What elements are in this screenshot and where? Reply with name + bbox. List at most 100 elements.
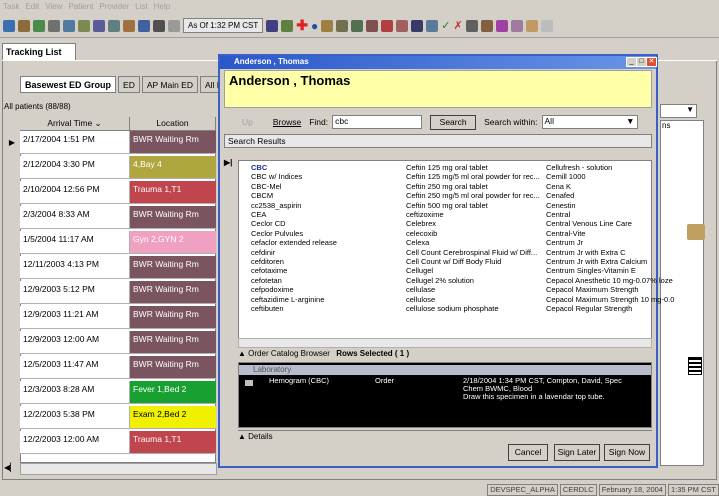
circle-add-icon[interactable]: ● <box>311 19 318 33</box>
order-name[interactable]: Hemogram (CBC) <box>269 376 329 386</box>
result-item[interactable]: cellulose <box>406 295 540 304</box>
sign-now-button[interactable]: Sign Now <box>604 444 650 461</box>
table-row[interactable]: 12/9/2003 11:21 AM BWR Waiting Rm <box>20 306 216 329</box>
result-item[interactable]: Central-Vite <box>546 229 674 238</box>
result-item[interactable]: Cepacol Anesthetic 10 mg-0.07% loze <box>546 276 674 285</box>
orders-icon[interactable] <box>108 19 120 32</box>
table-row[interactable]: 2/10/2004 12:56 PM Trauma 1,T1 <box>20 181 216 204</box>
result-item[interactable]: cefotetan <box>251 276 337 285</box>
result-item[interactable]: ceftizoxime <box>406 210 540 219</box>
result-item[interactable]: Cepacol Maximum Strength <box>546 285 674 294</box>
tab-ap-main-ed[interactable]: AP Main ED <box>141 76 198 93</box>
attach-icon[interactable] <box>321 19 334 32</box>
notes-icon[interactable] <box>93 19 105 32</box>
result-item[interactable]: cefdinir <box>251 248 337 257</box>
checkmark-icon[interactable]: ✓ <box>441 19 450 32</box>
results-icon[interactable] <box>123 19 135 32</box>
library-icon[interactable] <box>465 19 478 32</box>
menu-edit[interactable]: Edit <box>25 2 39 11</box>
result-item[interactable]: Cellugel 2% solution <box>406 276 540 285</box>
result-item[interactable]: ceftibuten <box>251 304 337 313</box>
menu-provider[interactable]: Provider <box>99 2 129 11</box>
forms-icon[interactable] <box>351 19 364 32</box>
lookup-icon[interactable] <box>366 19 379 32</box>
result-item[interactable]: Centrum Jr <box>546 238 674 247</box>
browse-button[interactable]: Browse <box>273 117 301 127</box>
inbox-icon[interactable] <box>78 19 90 32</box>
order-checkbox[interactable] <box>245 380 253 386</box>
result-item[interactable]: Central Venous Line Care <box>546 219 674 228</box>
table-row[interactable]: 12/11/2003 4:13 PM BWR Waiting Rm <box>20 256 216 279</box>
result-item[interactable]: CEA <box>251 210 337 219</box>
result-item[interactable]: cefotaxime <box>251 266 337 275</box>
result-item[interactable]: ceftazidime L-arginine <box>251 295 337 304</box>
table-row[interactable]: 2/12/2004 3:30 PM 4,Bay 4 <box>20 156 216 179</box>
table-row[interactable]: 12/9/2003 12:00 AM BWR Waiting Rm <box>20 331 216 354</box>
result-item[interactable]: cellulose sodium phosphate <box>406 304 540 313</box>
menu-view[interactable]: View <box>45 2 62 11</box>
cancel-button[interactable]: Cancel <box>508 444 548 461</box>
table-row[interactable]: 2/17/2004 1:51 PM BWR Waiting Rm <box>20 131 216 154</box>
result-item[interactable]: cellulase <box>406 285 540 294</box>
collapse-icon[interactable]: ▲ <box>238 349 246 358</box>
result-item[interactable]: Ceclor CD <box>251 219 337 228</box>
search-within-select[interactable]: All ▼ <box>541 115 638 129</box>
result-item[interactable]: celecoxib <box>406 229 540 238</box>
result-item[interactable]: Central <box>546 210 674 219</box>
window-icon[interactable] <box>540 19 553 32</box>
result-item[interactable]: Cellugel <box>406 266 540 275</box>
schedule-icon[interactable] <box>138 19 150 32</box>
tab-tracking-list[interactable]: Tracking List <box>2 43 76 60</box>
result-item[interactable]: cefditoren <box>251 257 337 266</box>
result-item[interactable]: Celebrex <box>406 219 540 228</box>
result-item[interactable]: Cellufresh - solution <box>546 163 674 172</box>
table-row[interactable]: 12/2/2003 5:38 PM Exam 2,Bed 2 <box>20 406 216 429</box>
result-item[interactable]: Ceftin 500 mg oral tablet <box>406 201 540 210</box>
add-icon[interactable]: ✚ <box>296 17 308 34</box>
result-item[interactable]: Centrum Jr with Extra C <box>546 248 674 257</box>
result-item[interactable]: Ceftin 125 mg/5 ml oral powder for rec..… <box>406 172 540 181</box>
result-item[interactable]: Ceftin 250 mg oral tablet <box>406 182 540 191</box>
pen-icon[interactable] <box>510 19 523 32</box>
menu-patient[interactable]: Patient <box>68 2 93 11</box>
result-item[interactable]: CBC <box>251 163 337 172</box>
pm-icon[interactable] <box>281 19 294 32</box>
chart-icon[interactable] <box>33 19 45 32</box>
calc-icon[interactable] <box>411 19 424 32</box>
print-icon[interactable] <box>153 19 165 32</box>
result-item[interactable]: Centrum Jr with Extra Calcium <box>546 257 674 266</box>
table-row[interactable]: 12/2/2003 12:00 AM Trauma 1,T1 <box>20 431 216 454</box>
folder-icon[interactable] <box>525 19 538 32</box>
sign-later-button[interactable]: Sign Later <box>554 444 600 461</box>
up-button[interactable]: Up <box>242 117 253 127</box>
column-arrival-time[interactable]: Arrival Time ⌄ <box>20 117 130 131</box>
search-button[interactable]: Search <box>430 114 477 130</box>
table-row[interactable]: 12/9/2003 5:12 PM BWR Waiting Rm <box>20 281 216 304</box>
menu-task[interactable]: Task <box>3 2 19 11</box>
refresh-icon[interactable] <box>426 19 439 32</box>
result-item[interactable]: Celexa <box>406 238 540 247</box>
docs-icon[interactable] <box>336 19 349 32</box>
as-of-button[interactable]: As Of 1:32 PM CST <box>183 18 264 33</box>
result-item[interactable]: Cepacol Regular Strength <box>546 304 674 313</box>
pharmacy-icon[interactable] <box>480 19 493 32</box>
find-input[interactable]: cbc <box>332 115 423 129</box>
result-item[interactable]: Cemill 1000 <box>546 172 674 181</box>
exit-icon[interactable] <box>266 19 279 32</box>
result-item[interactable]: CBC-Mel <box>251 182 337 191</box>
expand-icon[interactable]: ▲ <box>238 432 246 441</box>
result-item[interactable]: Centrum Singles-Vitamin E <box>546 266 674 275</box>
result-item[interactable]: cc2538_aspirin <box>251 201 337 210</box>
open-icon[interactable] <box>18 19 30 32</box>
cancel-x-icon[interactable]: ✗ <box>453 19 462 32</box>
results-hscrollbar[interactable] <box>238 338 652 348</box>
home-icon[interactable] <box>3 19 15 32</box>
tab-ed[interactable]: ED <box>118 76 140 93</box>
table-row[interactable]: 2/3/2004 8:33 AM BWR Waiting Rm <box>20 206 216 229</box>
right-filter-dropdown[interactable]: ▼ <box>660 104 697 118</box>
tab-basewest-ed-group[interactable]: Basewest ED Group <box>20 76 117 93</box>
column-location[interactable]: Location <box>130 117 216 131</box>
table-row[interactable]: 12/3/2003 8:28 AM Fever 1,Bed 2 <box>20 381 216 404</box>
result-item[interactable]: cefaclor extended release <box>251 238 337 247</box>
discharge-icon[interactable] <box>381 19 394 32</box>
